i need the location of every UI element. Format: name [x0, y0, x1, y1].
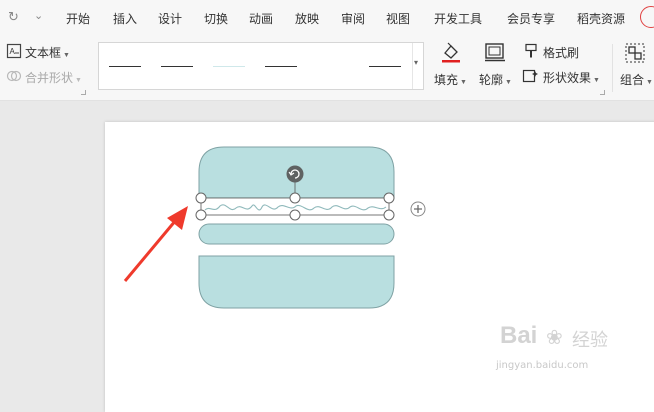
watermark-brand: Bai	[500, 322, 538, 349]
watermark-brand-2: 经验	[572, 330, 608, 351]
annotation-arrow	[123, 219, 178, 282]
watermark-url: jingyan.baidu.com	[496, 360, 589, 371]
resize-handle[interactable]	[383, 192, 395, 204]
resize-handle[interactable]	[195, 209, 207, 221]
paw-icon: ❀	[546, 327, 563, 349]
rotate-handle-icon[interactable]	[286, 165, 304, 183]
resize-handle[interactable]	[383, 209, 395, 221]
bottom-bun-shape[interactable]	[198, 255, 395, 309]
resize-handle[interactable]	[289, 192, 301, 204]
middle-layer-shape[interactable]	[198, 223, 395, 245]
resize-handle[interactable]	[289, 209, 301, 221]
resize-handle[interactable]	[195, 192, 207, 204]
